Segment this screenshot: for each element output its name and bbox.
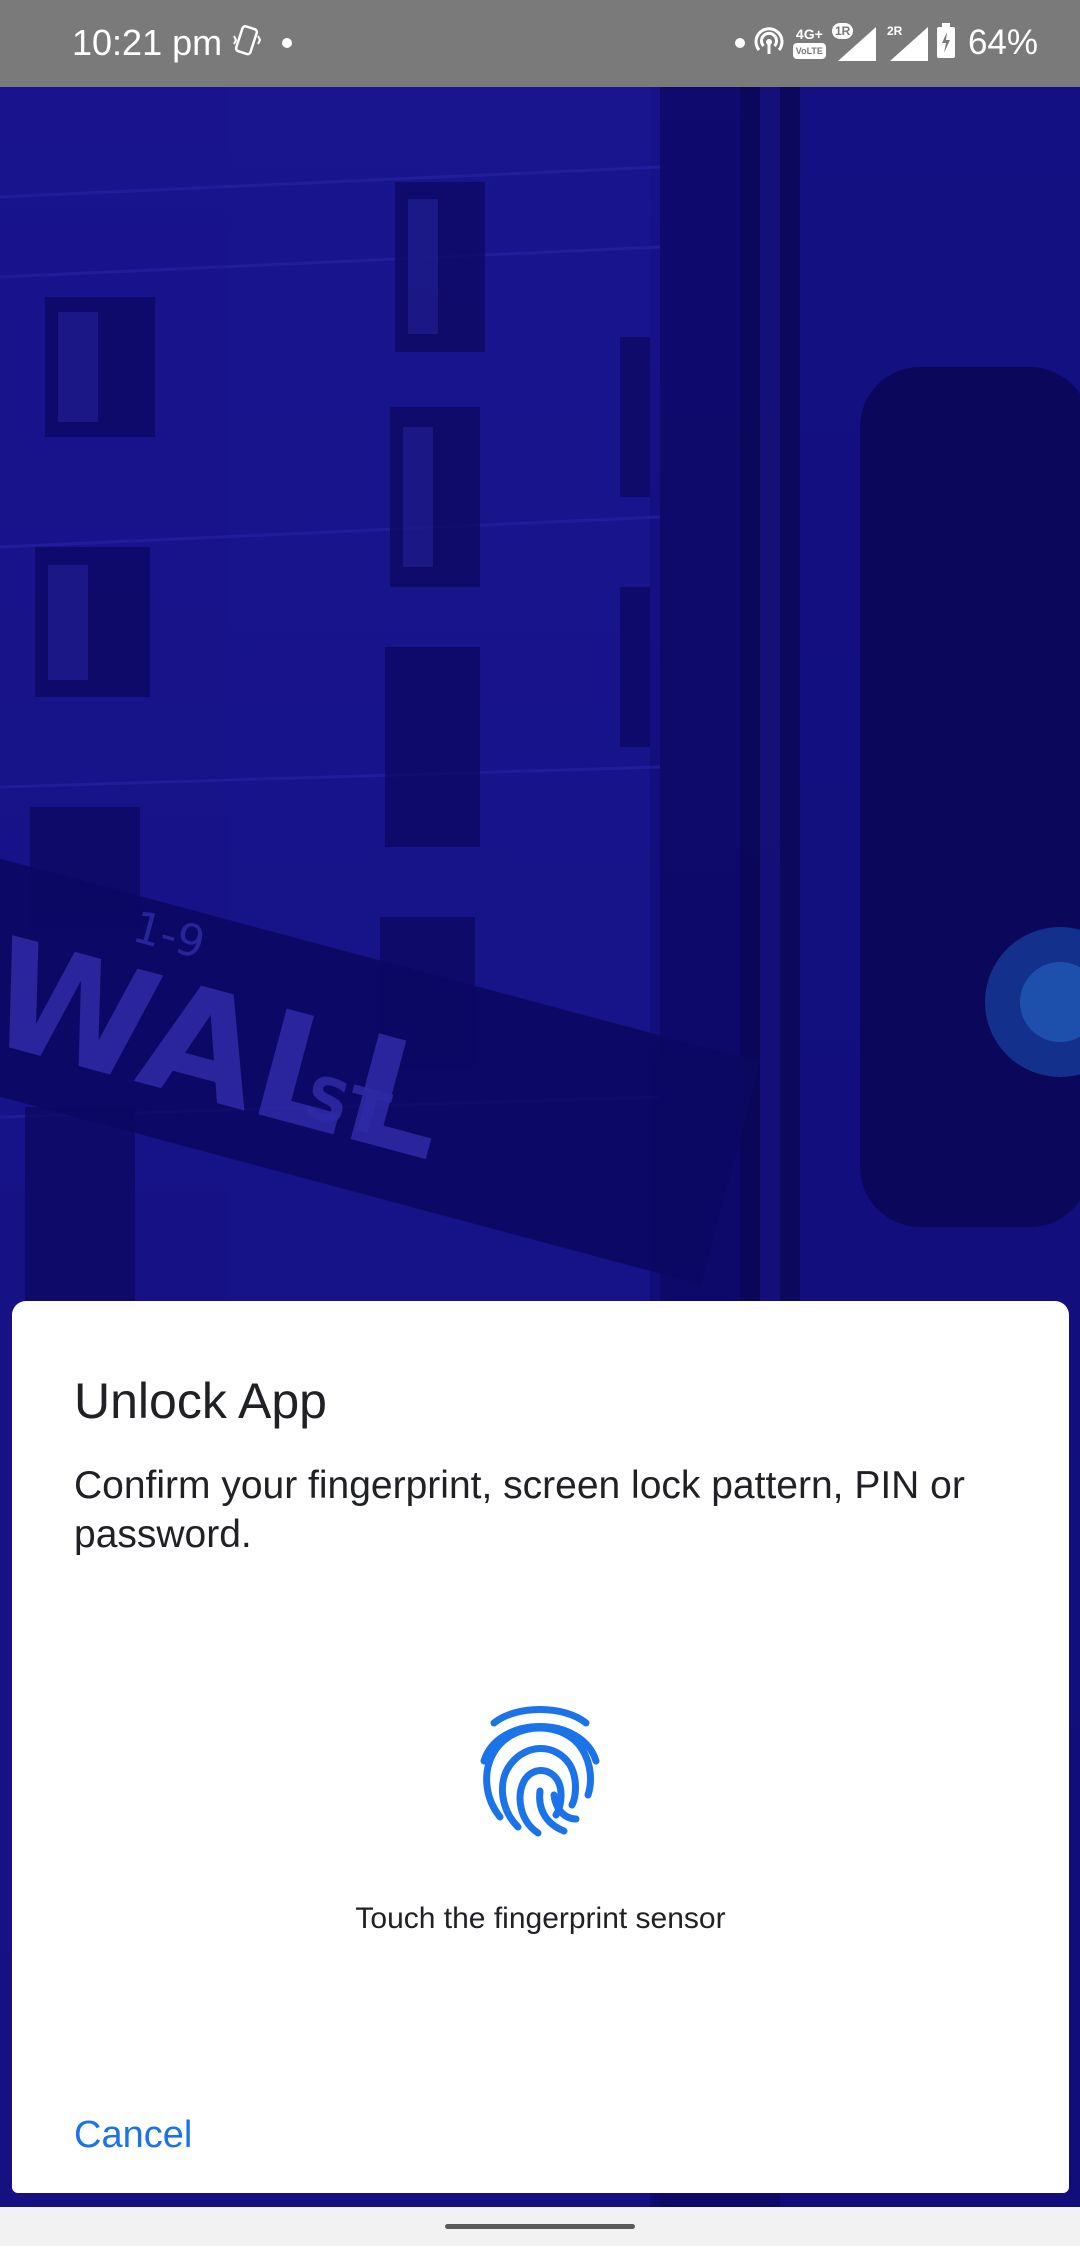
dialog-description: Confirm your fingerprint, screen lock pa… — [74, 1464, 965, 1556]
hotspot-icon — [751, 23, 787, 64]
status-left-icons — [232, 22, 292, 64]
network-type-label: 4G+ — [795, 26, 823, 42]
home-gesture-handle[interactable] — [445, 2224, 635, 2229]
fingerprint-hint: Touch the fingerprint sensor — [355, 1902, 726, 1935]
sim2-label: 2R — [886, 24, 903, 38]
notification-dot-icon — [282, 38, 292, 48]
status-bar: 10:21 pm 4G+ VoLTE 1R 2R 64% — [0, 0, 1080, 87]
battery-charging-icon — [936, 22, 956, 64]
sim1-label: 1R — [831, 23, 854, 39]
phone-vibrate-icon — [232, 24, 262, 63]
sim1-signal: 1R — [831, 23, 878, 63]
dialog-title: Unlock App — [74, 1373, 327, 1429]
status-dot-icon — [734, 38, 745, 48]
navigation-bar — [0, 2207, 1080, 2246]
status-time: 10:21 pm — [72, 22, 223, 63]
fingerprint-icon — [476, 1699, 604, 1841]
cancel-button[interactable]: Cancel — [36, 2103, 230, 2167]
unlock-dialog: Unlock App Confirm your fingerprint, scr… — [12, 1301, 1069, 2193]
status-right-icons: 4G+ VoLTE 1R 2R 64% — [734, 18, 1038, 68]
battery-percent: 64% — [967, 23, 1038, 62]
sim2-signal: 2R — [884, 23, 930, 63]
network-type-badge: 4G+ VoLTE — [792, 26, 826, 59]
volte-label: VoLTE — [792, 43, 826, 59]
